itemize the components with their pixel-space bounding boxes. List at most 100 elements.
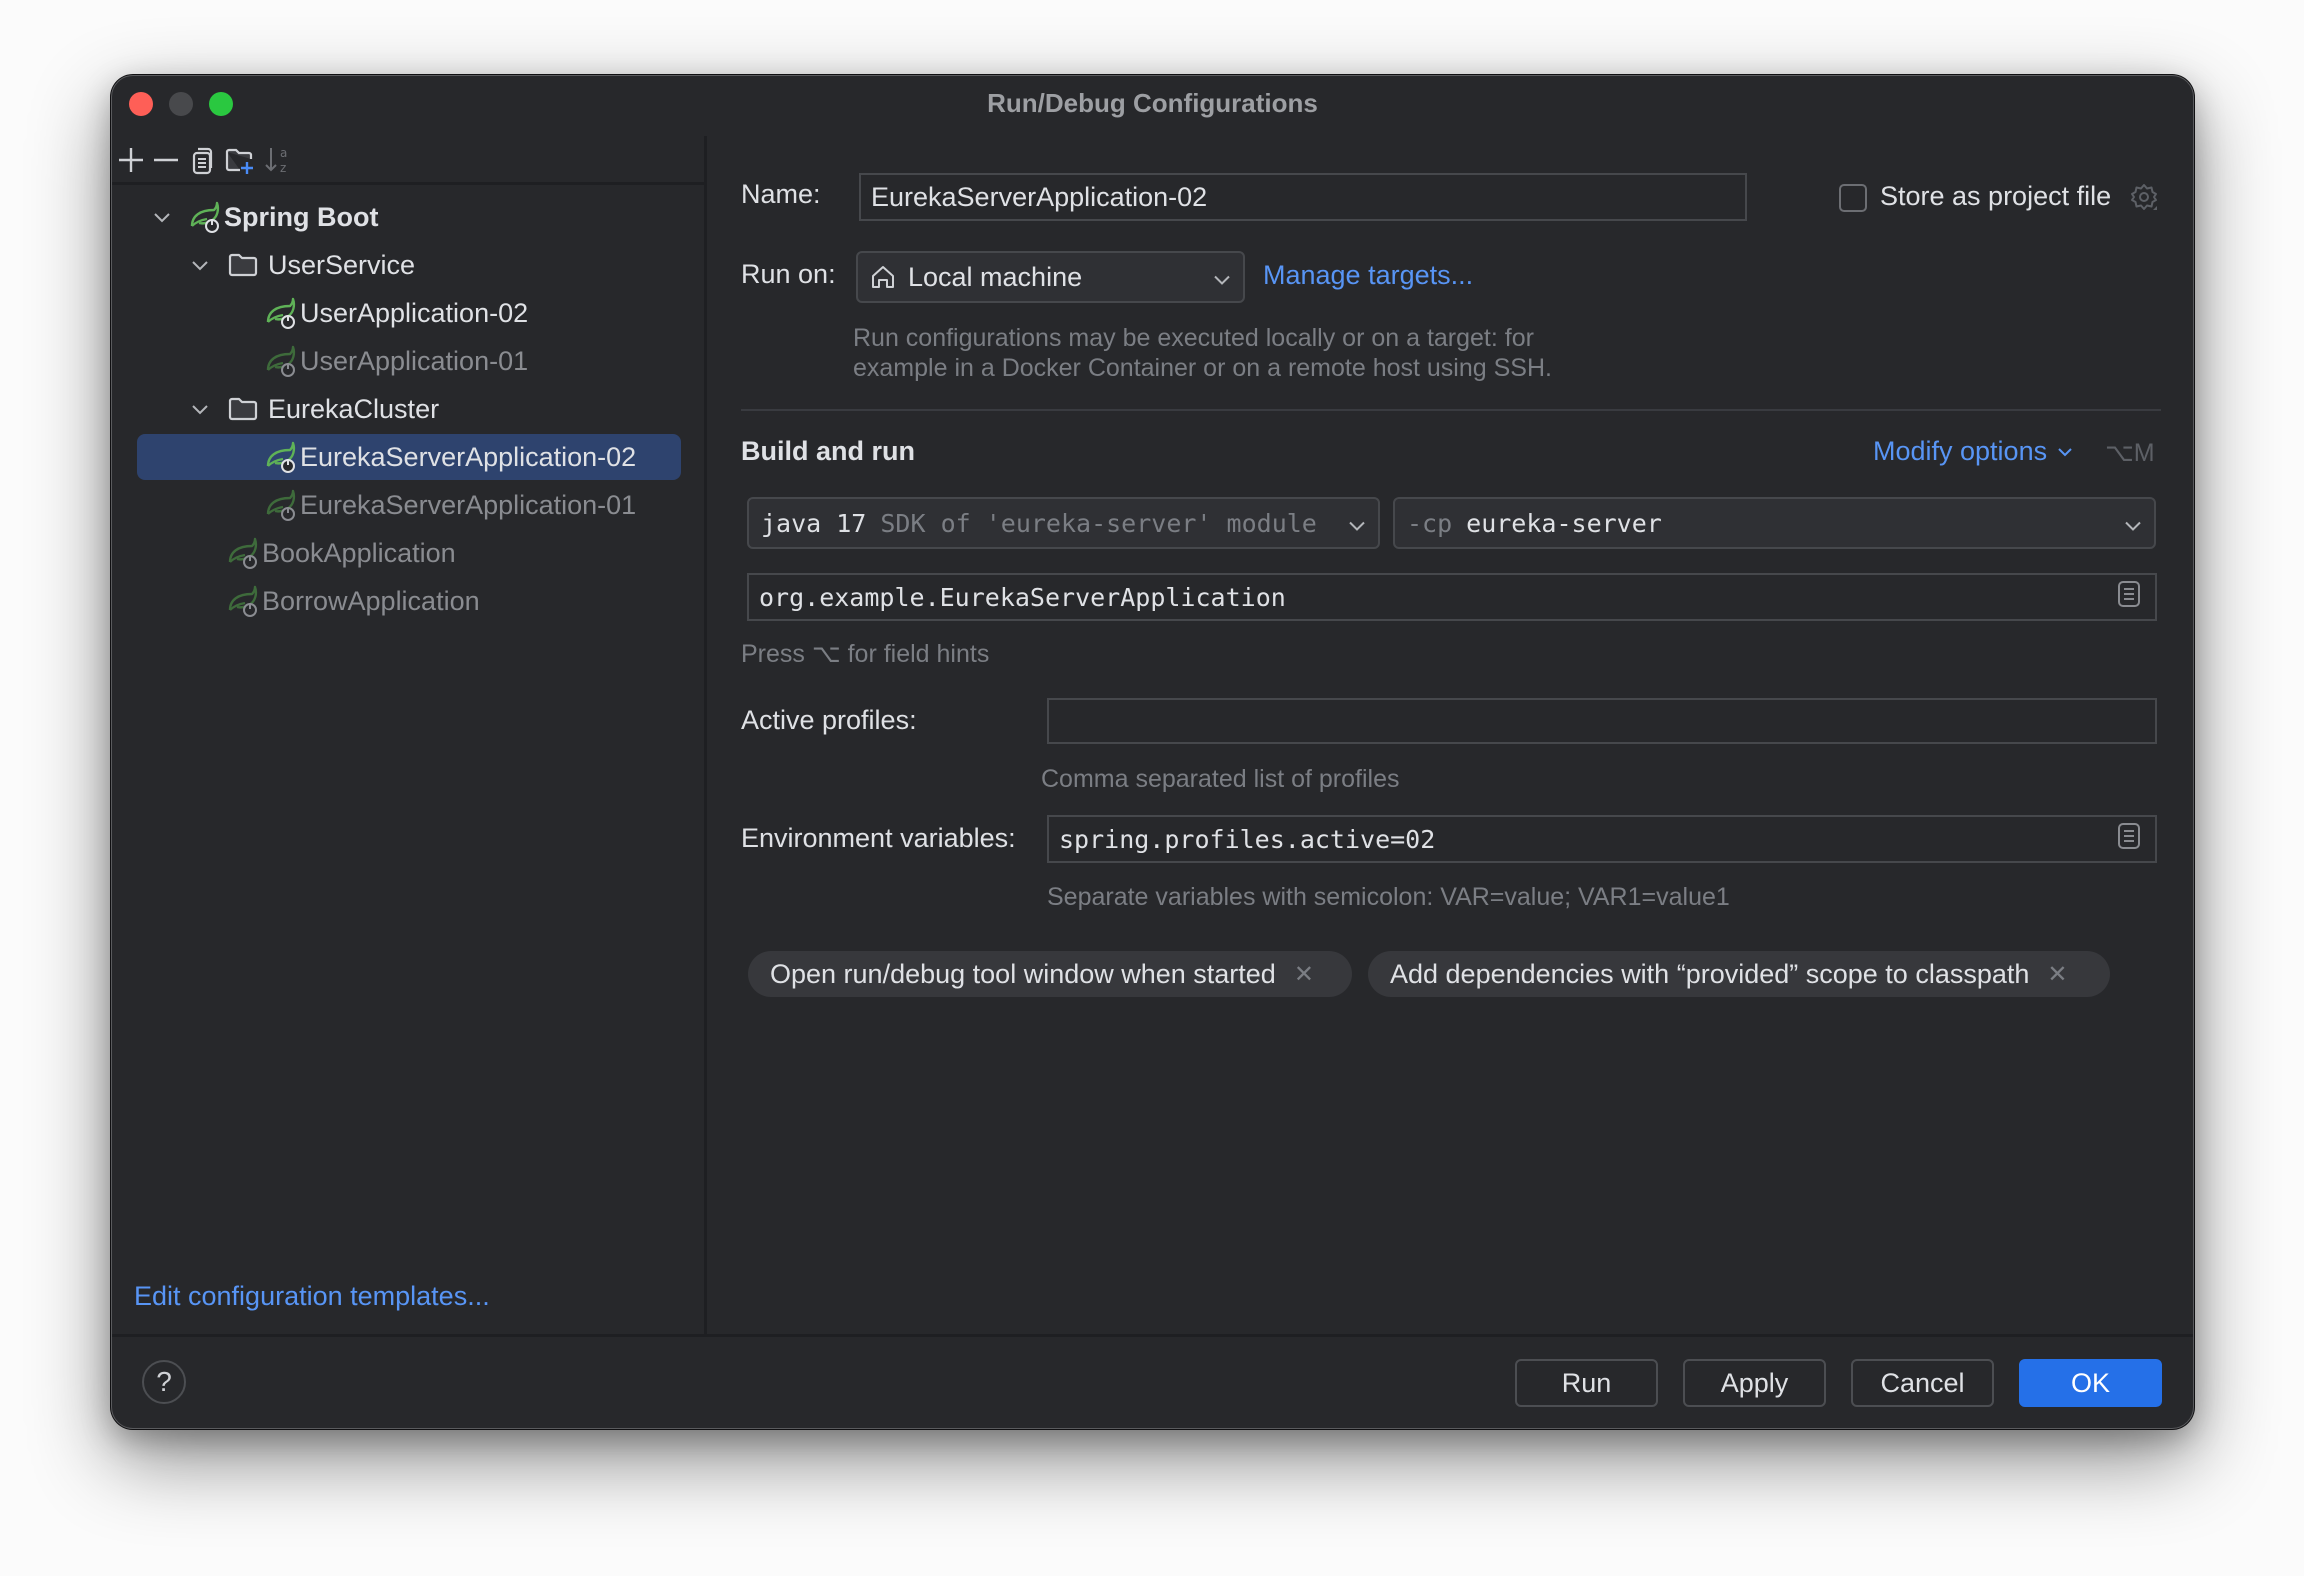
modify-options-link[interactable]: Modify options	[1873, 436, 2073, 467]
copy-icon[interactable]	[187, 144, 219, 176]
run-on-value: Local machine	[908, 261, 1083, 292]
tree-chevron-spacer	[226, 349, 250, 373]
browse-icon[interactable]	[2117, 580, 2141, 614]
spring-boot-icon	[226, 536, 260, 570]
ok-button[interactable]: OK	[2019, 1359, 2162, 1407]
run-on-hint-line1: Run configurations may be executed local…	[853, 324, 1534, 352]
jre-dropdown[interactable]: java 17 SDK of 'eureka-server' module	[747, 497, 1380, 549]
environment-variables-hint: Separate variables with semicolon: VAR=v…	[1047, 883, 1730, 911]
modify-options-shortcut: ⌥M	[2105, 439, 2155, 467]
tree-chevron-spacer	[188, 541, 212, 565]
svg-text:a: a	[280, 146, 287, 160]
chevron-down-icon[interactable]	[188, 397, 212, 421]
chevron-down-icon	[1348, 508, 1366, 539]
chevron-down-icon[interactable]	[188, 253, 212, 277]
name-input[interactable]: EurekaServerApplication-02	[859, 173, 1747, 221]
svg-text:z: z	[280, 161, 286, 175]
environment-variables-input[interactable]: spring.profiles.active=02	[1047, 815, 2157, 863]
tree-item-label: BorrowApplication	[262, 585, 480, 616]
tree-item-label: UserApplication-01	[300, 345, 529, 376]
main-class-value: org.example.EurekaServerApplication	[759, 582, 1286, 612]
environment-variables-label: Environment variables:	[741, 823, 1016, 853]
spring-boot-icon	[264, 296, 298, 330]
spring-boot-icon	[188, 200, 222, 234]
window-title: Run/Debug Configurations	[987, 88, 1318, 118]
run-on-dropdown[interactable]: Local machine	[856, 251, 1245, 303]
folder-icon	[226, 248, 260, 282]
name-input-value: EurekaServerApplication-02	[871, 181, 1208, 212]
active-profiles-input[interactable]	[1047, 698, 2157, 744]
sort-alphabetically-icon[interactable]: a z	[262, 144, 294, 176]
tree-chevron-spacer	[188, 589, 212, 613]
footer-divider	[112, 1334, 2193, 1337]
chevron-down-icon	[2057, 447, 2073, 457]
tree-item-label: Spring Boot	[224, 201, 379, 232]
folder-icon	[226, 392, 260, 426]
tree-item-bookapplication[interactable]: BookApplication	[137, 530, 681, 576]
panel-splitter[interactable]	[704, 136, 707, 1336]
home-icon	[870, 264, 900, 290]
tree-item-label: UserService	[268, 249, 416, 280]
cancel-button[interactable]: Cancel	[1851, 1359, 1994, 1407]
classpath-value: eureka-server	[1466, 508, 1662, 538]
tree-item-userapplication-02[interactable]: UserApplication-02	[137, 290, 681, 336]
option-chip-label: Add dependencies with “provided” scope t…	[1390, 958, 2030, 989]
add-icon[interactable]	[115, 144, 147, 176]
tree-item-label: EurekaServerApplication-01	[300, 489, 637, 520]
browse-icon[interactable]	[2117, 822, 2141, 856]
spring-boot-icon	[226, 584, 260, 618]
store-as-project-file-checkbox[interactable]	[1839, 184, 1867, 212]
classpath-prefix: -cp	[1407, 508, 1453, 538]
tree-chevron-spacer	[226, 301, 250, 325]
tree-item-label: BookApplication	[262, 537, 456, 568]
chevron-down-icon	[1213, 262, 1231, 293]
spring-boot-icon	[264, 344, 298, 378]
close-icon[interactable]: ✕	[2047, 960, 2067, 989]
tree-item-label: EurekaCluster	[268, 393, 440, 424]
tree-item-label: EurekaServerApplication-02	[300, 441, 637, 472]
help-button[interactable]: ?	[142, 1360, 186, 1404]
edit-configuration-templates-link[interactable]: Edit configuration templates...	[134, 1281, 490, 1312]
tree-chevron-spacer	[226, 493, 250, 517]
active-profiles-label: Active profiles:	[741, 705, 917, 735]
store-as-project-file-label: Store as project file	[1880, 181, 2112, 211]
toolbar-divider	[112, 182, 704, 185]
manage-targets-link[interactable]: Manage targets...	[1263, 260, 1473, 291]
tree-item-eurekacluster[interactable]: EurekaCluster	[137, 386, 681, 432]
jre-detail: SDK of 'eureka-server' module	[880, 508, 1317, 538]
field-hints-text: Press ⌥ for field hints	[741, 640, 990, 668]
option-chip-label: Open run/debug tool window when started	[770, 958, 1276, 989]
name-label: Name:	[741, 179, 821, 209]
spring-boot-icon	[264, 440, 298, 474]
tree-item-userapplication-01[interactable]: UserApplication-01	[137, 338, 681, 384]
run-on-hint-line2: example in a Docker Container or on a re…	[853, 354, 1552, 382]
modify-options-label: Modify options	[1873, 436, 2048, 466]
jre-value: java 17	[761, 508, 867, 538]
chevron-down-icon	[2124, 508, 2142, 539]
tree-item-label: UserApplication-02	[300, 297, 529, 328]
apply-button[interactable]: Apply	[1683, 1359, 1826, 1407]
run-button[interactable]: Run	[1515, 1359, 1658, 1407]
tree-item-eurekaserverapplication-02[interactable]: EurekaServerApplication-02	[137, 434, 681, 480]
gear-icon[interactable]	[2129, 182, 2159, 212]
run-on-label: Run on:	[741, 259, 836, 289]
tree-item-eurekaserverapplication-01[interactable]: EurekaServerApplication-01	[137, 482, 681, 528]
option-chip-open-tool-window: Open run/debug tool window when started …	[748, 951, 1352, 997]
tree-item-userservice[interactable]: UserService	[137, 242, 681, 288]
tree-item-borrowapplication[interactable]: BorrowApplication	[137, 578, 681, 624]
build-and-run-title: Build and run	[741, 436, 915, 466]
active-profiles-hint: Comma separated list of profiles	[1041, 765, 1400, 793]
chevron-down-icon[interactable]	[150, 205, 174, 229]
main-class-input[interactable]: org.example.EurekaServerApplication	[747, 573, 2157, 621]
section-separator	[741, 409, 2161, 411]
tree-item-spring-boot[interactable]: Spring Boot	[137, 194, 681, 240]
classpath-module-dropdown[interactable]: -cp eureka-server	[1393, 497, 2156, 549]
close-icon[interactable]: ✕	[1294, 960, 1314, 989]
remove-icon[interactable]	[150, 144, 182, 176]
run-debug-configurations-dialog: Run/Debug Configurations a z Spring Boot…	[111, 75, 2194, 1429]
option-chip-provided-scope: Add dependencies with “provided” scope t…	[1368, 951, 2110, 997]
environment-variables-value: spring.profiles.active=02	[1059, 824, 1436, 854]
spring-boot-icon	[264, 488, 298, 522]
new-folder-icon[interactable]	[224, 144, 256, 176]
tree-chevron-spacer	[226, 445, 250, 469]
